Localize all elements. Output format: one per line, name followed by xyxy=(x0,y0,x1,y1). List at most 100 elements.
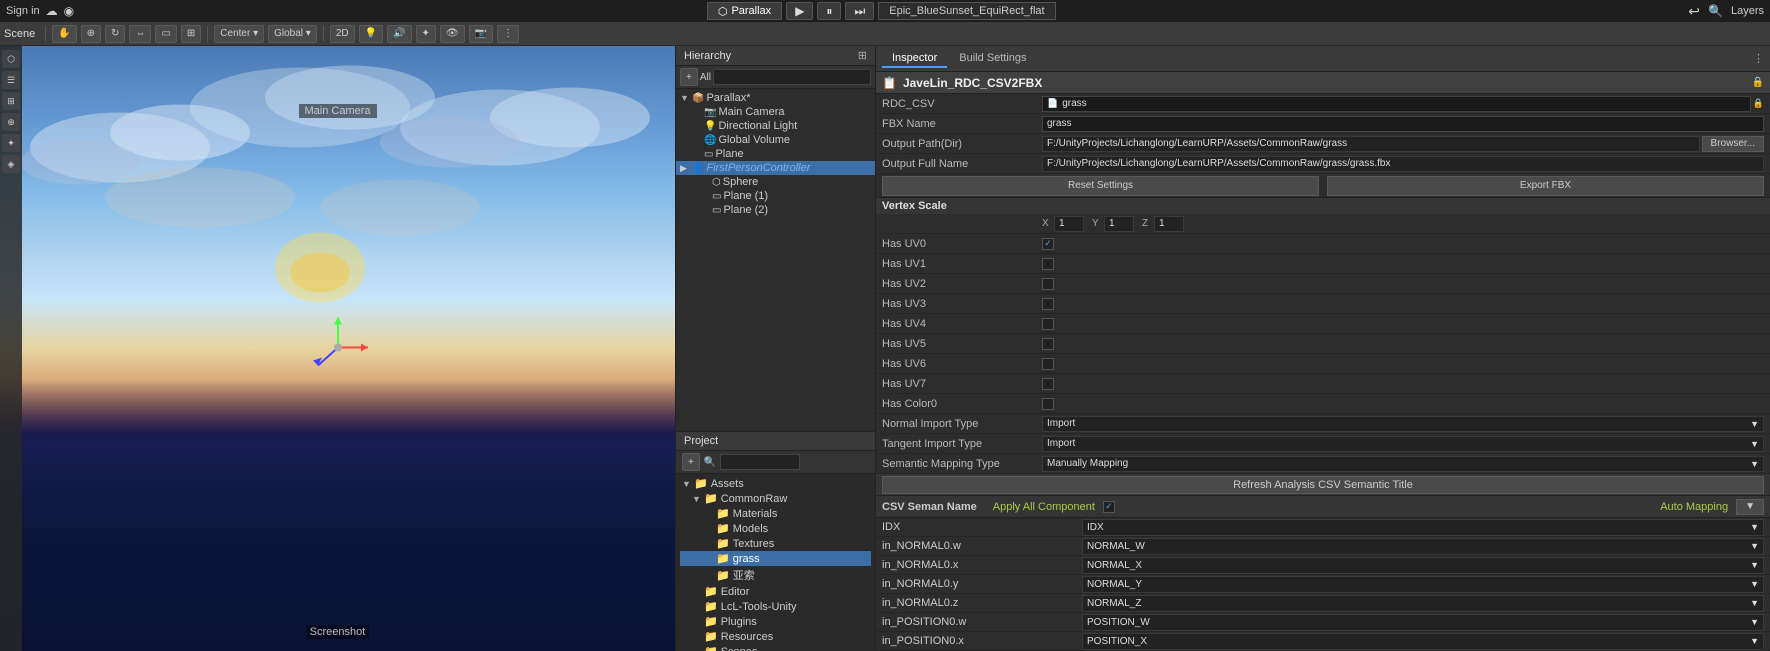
uv4-checkbox[interactable] xyxy=(1042,318,1054,330)
lt-btn-5[interactable]: ✦ xyxy=(2,134,20,152)
proj-plugins[interactable]: 📁 Plugins xyxy=(680,614,871,629)
uv1-checkbox[interactable] xyxy=(1042,258,1054,270)
refresh-btn[interactable]: Refresh Analysis CSV Semantic Title xyxy=(882,476,1764,494)
audio-btn[interactable]: 🔊 xyxy=(387,25,411,43)
search-icon[interactable]: 🔍 xyxy=(1708,4,1723,18)
nz-dropdown[interactable]: NORMAL_Z ▼ xyxy=(1082,595,1764,612)
pivot-btn[interactable]: Center ▾ xyxy=(214,25,264,43)
z-input[interactable] xyxy=(1154,216,1184,232)
pause-button[interactable]: ⏸ xyxy=(817,2,841,20)
tree-item-dirlight[interactable]: 💡 Directional Light xyxy=(676,119,875,133)
light-btn[interactable]: 💡 xyxy=(359,25,383,43)
y-input[interactable] xyxy=(1104,216,1134,232)
tree-item-sphere[interactable]: ⬡ Sphere xyxy=(676,175,875,189)
step-button[interactable]: ⏭ xyxy=(845,2,874,20)
rect-tool[interactable]: ▭ xyxy=(155,25,176,43)
nx-dropdown[interactable]: NORMAL_X ▼ xyxy=(1082,557,1764,574)
tab-buildsettings[interactable]: Build Settings xyxy=(949,50,1036,68)
effects-btn[interactable]: ✦ xyxy=(416,25,436,43)
more-scene-btn[interactable]: ⋮ xyxy=(497,25,519,43)
export-fbx-btn[interactable]: Export FBX xyxy=(1327,176,1764,196)
proj-textures[interactable]: 📁 Textures xyxy=(680,536,871,551)
tree-item-maincamera[interactable]: 📷 Main Camera xyxy=(676,105,875,119)
uv5-checkbox[interactable] xyxy=(1042,338,1054,350)
global-btn[interactable]: Global ▾ xyxy=(268,25,317,43)
proj-yasuo[interactable]: 📁 亚索 xyxy=(680,566,871,584)
fbxname-input[interactable] xyxy=(1042,116,1764,132)
nw-dropdown[interactable]: NORMAL_W ▼ xyxy=(1082,538,1764,555)
x-input[interactable] xyxy=(1054,216,1084,232)
semantic-dropdown[interactable]: Manually Mapping ▼ xyxy=(1042,456,1764,472)
hierarchy-close[interactable]: ⊞ xyxy=(858,49,867,62)
undo-icon[interactable]: ↩ xyxy=(1688,3,1700,20)
project-add-btn[interactable]: + xyxy=(682,453,700,471)
proj-resources[interactable]: 📁 Resources xyxy=(680,629,871,644)
proj-lcl[interactable]: 📁 LcL-Tools-Unity xyxy=(680,599,871,614)
ny-dropdown[interactable]: NORMAL_Y ▼ xyxy=(1082,576,1764,593)
proj-grass[interactable]: 📁 grass xyxy=(680,551,871,566)
project-search-input[interactable] xyxy=(720,454,800,470)
proj-scenes[interactable]: 📁 Scenes xyxy=(680,644,871,651)
proj-editor[interactable]: 📁 Editor xyxy=(680,584,871,599)
cr-arrow[interactable]: ▼ xyxy=(692,494,704,504)
rdccsv-field[interactable]: 📄 grass xyxy=(1042,96,1751,112)
hierarchy-scroll[interactable]: ▼ 📦 Parallax* 📷 Main Camera 💡 Directiona… xyxy=(676,89,875,431)
normal-dropdown[interactable]: Import ▼ xyxy=(1042,416,1764,432)
sign-in-btn[interactable]: Sign in xyxy=(6,5,40,17)
pw-dropdown[interactable]: POSITION_W ▼ xyxy=(1082,614,1764,631)
lt-btn-3[interactable]: ⊞ xyxy=(2,92,20,110)
hand-tool[interactable]: ✋ xyxy=(52,25,76,43)
scale-tool[interactable]: ⇔ xyxy=(129,25,151,43)
proj-materials[interactable]: 📁 Materials xyxy=(680,506,871,521)
reset-settings-btn[interactable]: Reset Settings xyxy=(882,176,1319,196)
px-dropdown[interactable]: POSITION_X ▼ xyxy=(1082,633,1764,650)
tangent-dropdown[interactable]: Import ▼ xyxy=(1042,436,1764,452)
uv2-checkbox[interactable] xyxy=(1042,278,1054,290)
camera-btn[interactable]: 📷 xyxy=(469,25,493,43)
tree-item-plane[interactable]: ▭ Plane xyxy=(676,147,875,161)
lt-btn-6[interactable]: ◈ xyxy=(2,155,20,173)
hierarchy-header[interactable]: Hierarchy ⊞ xyxy=(676,46,875,66)
lt-btn-4[interactable]: ⊕ xyxy=(2,113,20,131)
tree-item-plane2[interactable]: ▭ Plane (2) xyxy=(676,203,875,217)
tab-inspector[interactable]: Inspector xyxy=(882,50,947,68)
hier-add-btn[interactable]: + xyxy=(680,68,698,86)
parallax-arrow[interactable]: ▼ xyxy=(680,93,692,103)
tree-item-fpc[interactable]: ▶ 👤 FirstPersonController xyxy=(676,161,875,175)
rotate-tool[interactable]: ↻ xyxy=(105,25,125,43)
hide-btn[interactable]: 👁 xyxy=(440,25,465,43)
uv0-checkbox[interactable]: ✓ xyxy=(1042,238,1054,250)
tree-item-globalvol[interactable]: 🌐 Global Volume xyxy=(676,133,875,147)
nz-arrow: ▼ xyxy=(1750,598,1759,608)
tree-item-plane1[interactable]: ▭ Plane (1) xyxy=(676,189,875,203)
uv6-checkbox[interactable] xyxy=(1042,358,1054,370)
tree-item-parallax[interactable]: ▼ 📦 Parallax* xyxy=(676,91,875,105)
project-tab[interactable]: Epic_BlueSunset_EquiRect_flat xyxy=(878,2,1055,20)
hier-search-input[interactable] xyxy=(713,69,871,85)
proj-models[interactable]: 📁 Models xyxy=(680,521,871,536)
lt-btn-2[interactable]: ☰ xyxy=(2,71,20,89)
hier-filter-all[interactable]: All xyxy=(700,72,711,83)
uv7-checkbox[interactable] xyxy=(1042,378,1054,390)
uv3-checkbox[interactable] xyxy=(1042,298,1054,310)
rdccsv-lock[interactable]: 🔒 xyxy=(1753,98,1764,109)
assets-arrow[interactable]: ▼ xyxy=(682,479,694,489)
idx-dropdown[interactable]: IDX ▼ xyxy=(1082,519,1764,536)
2d-btn[interactable]: 2D xyxy=(330,25,355,43)
auto-mapping-btn[interactable]: ▼ xyxy=(1736,499,1764,515)
browser-btn[interactable]: Browser... xyxy=(1702,136,1764,152)
inspector-options[interactable]: ⋮ xyxy=(1753,52,1764,65)
project-header[interactable]: Project xyxy=(676,432,875,451)
play-button[interactable]: ▶ xyxy=(786,2,813,20)
proj-assets[interactable]: ▼ 📁 Assets xyxy=(680,476,871,491)
color0-checkbox[interactable] xyxy=(1042,398,1054,410)
proj-commonraw[interactable]: ▼ 📁 CommonRaw xyxy=(680,491,871,506)
lt-btn-1[interactable]: ⬡ xyxy=(2,50,20,68)
collab-icon[interactable]: ☁ xyxy=(46,4,58,18)
analytics-icon[interactable]: ◉ xyxy=(64,4,74,18)
move-tool[interactable]: ⊕ xyxy=(81,25,101,43)
apply-all-checkbox[interactable]: ✓ xyxy=(1103,501,1115,513)
lock-icon[interactable]: 🔒 xyxy=(1752,77,1764,88)
transform-tool[interactable]: ⊞ xyxy=(181,25,201,43)
game-tab[interactable]: ⬡ Parallax xyxy=(707,2,782,20)
